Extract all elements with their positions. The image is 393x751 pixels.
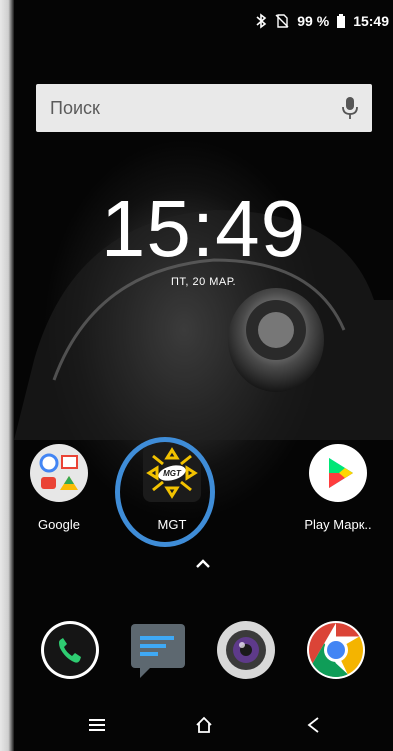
phone-icon[interactable] <box>40 620 100 680</box>
status-bar: 99 % 15:49 <box>255 10 389 32</box>
home-nav-button[interactable] <box>189 710 219 740</box>
chrome-icon[interactable] <box>306 620 366 680</box>
app-label: Google <box>38 517 80 532</box>
back-nav-button[interactable] <box>298 710 328 740</box>
date-label: ПТ, 20 МАР. <box>170 276 237 288</box>
back-icon <box>307 717 319 733</box>
menu-icon <box>89 719 105 731</box>
highlight-circle <box>115 437 215 547</box>
google-folder-icon <box>30 444 88 502</box>
device-bezel <box>0 0 14 751</box>
search-placeholder: Поиск <box>50 97 100 118</box>
battery-icon <box>337 14 346 28</box>
menu-nav-button[interactable] <box>82 710 112 740</box>
app-google-folder[interactable]: Google <box>14 444 104 532</box>
home-screen[interactable]: 99 % 15:49 Поиск 15:49 ПТ, 20 МАР. Googl… <box>14 0 393 751</box>
app-play-store[interactable]: Play Марк.. <box>293 444 383 532</box>
battery-percent: 99 % <box>297 13 330 29</box>
play-store-icon <box>309 444 367 502</box>
app-drawer-chevron-icon[interactable] <box>193 556 213 572</box>
camera-icon[interactable] <box>216 620 276 680</box>
clock-widget[interactable]: 15:49 <box>14 184 393 274</box>
search-bar[interactable]: Поиск <box>36 84 372 132</box>
messages-icon[interactable] <box>128 620 188 680</box>
phone-frame: 99 % 15:49 Поиск 15:49 ПТ, 20 МАР. Googl… <box>0 0 393 751</box>
app-label: Play Марк.. <box>304 517 372 532</box>
status-time: 15:49 <box>353 13 389 29</box>
mic-icon[interactable] <box>342 96 358 120</box>
home-icon <box>196 716 212 733</box>
no-sim-icon <box>275 14 289 28</box>
bluetooth-icon <box>256 13 267 29</box>
